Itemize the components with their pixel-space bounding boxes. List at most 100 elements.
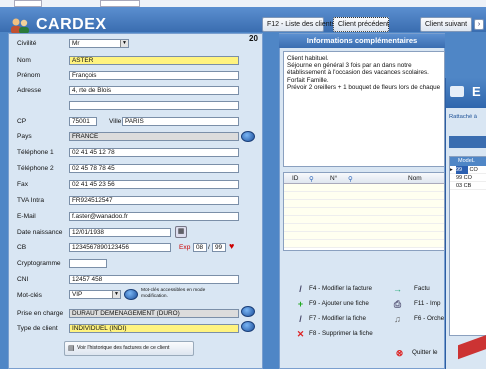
background-tab: [14, 0, 42, 7]
secondary-header-bar: [449, 136, 486, 148]
window-title: CARDEX: [36, 16, 107, 33]
cp-input[interactable]: 75001: [69, 117, 97, 126]
quit-label: Quitter le: [412, 349, 438, 356]
exp-label: Exp: [179, 244, 191, 251]
f11-button[interactable]: ⎙ F11 - Imp: [390, 298, 445, 310]
invoice-history-button[interactable]: ▤ Voir l'historique des factures de ce c…: [64, 341, 194, 356]
prenom-label: Prénom: [17, 72, 41, 79]
table-row[interactable]: 03 CB: [450, 182, 486, 190]
invoice-button[interactable]: → Factu: [390, 283, 445, 295]
decorative-shape: [458, 334, 486, 360]
adresse2-input[interactable]: [69, 101, 239, 110]
delete-sheet-button[interactable]: ✕ F8 - Supprimer la fiche: [293, 328, 385, 340]
calendar-icon[interactable]: ▦: [175, 226, 187, 238]
motcles-select[interactable]: VIP ▼: [69, 290, 121, 299]
type-client-lookup-icon[interactable]: [241, 321, 255, 332]
grid-header: ID ⚲ N° ⚲ Nom: [284, 173, 444, 184]
quit-button[interactable]: ⊗ Quitter le: [390, 347, 445, 359]
background-tab: [100, 0, 140, 7]
delete-icon: ✕: [296, 329, 305, 339]
table-row[interactable]: [284, 208, 444, 216]
cryptogramme-input[interactable]: [69, 259, 107, 268]
pays-label: Pays: [17, 133, 32, 140]
ville-input[interactable]: PARIS: [122, 117, 239, 126]
date-naissance-input[interactable]: 12/01/1938: [69, 228, 171, 237]
table-row[interactable]: [284, 216, 444, 224]
cryptogramme-label: Cryptogramme: [17, 260, 61, 267]
table-row[interactable]: [284, 240, 444, 248]
previous-client-button[interactable]: Client précédent: [333, 17, 389, 32]
table-row[interactable]: [284, 192, 444, 200]
table-row[interactable]: 99 CO: [450, 174, 486, 182]
tel2-input[interactable]: 02 45 78 78 45: [69, 164, 239, 173]
motcles-label: Mot-clés: [17, 292, 42, 299]
nom-input[interactable]: ASTER: [69, 56, 239, 65]
fax-input[interactable]: 02 41 45 23 56: [69, 180, 239, 189]
prise-en-charge-label: Prise en charge: [17, 310, 64, 317]
adresse-input[interactable]: 4, rte de Blois: [69, 86, 239, 95]
next-client-button[interactable]: Client suivant: [420, 17, 472, 32]
prenom-input[interactable]: François: [69, 71, 239, 80]
secondary-window-title: E: [472, 84, 481, 99]
prise-en-charge-input[interactable]: DURAUT DEMENAGEMENT (DURO): [69, 309, 239, 318]
sort-icon[interactable]: ⚲: [309, 175, 314, 183]
prise-en-charge-lookup-icon[interactable]: [241, 306, 255, 317]
next-arrow-icon[interactable]: ›: [474, 19, 484, 30]
arrow-right-icon: →: [393, 284, 402, 294]
exp-year-input[interactable]: 99: [212, 243, 226, 252]
nom-label: Nom: [17, 57, 31, 64]
print-icon: ⎙: [393, 299, 402, 309]
f6-button[interactable]: ♫ F6 - Orche: [390, 313, 445, 325]
edit-icon: /: [299, 314, 302, 324]
tva-input[interactable]: FR924512547: [69, 196, 239, 205]
invoice-label: Factu: [414, 285, 430, 292]
chevron-down-icon: ▼: [120, 40, 128, 47]
secondary-grid-header: ModeL: [450, 157, 486, 166]
cb-label: CB: [17, 244, 27, 251]
table-row[interactable]: ▸ 99 CO: [450, 166, 486, 174]
modify-sheet-label: F7 - Modifier la fiche: [309, 315, 367, 322]
modify-sheet-button[interactable]: / F7 - Modifier la fiche: [293, 313, 385, 325]
date-naissance-label: Date naissance: [17, 229, 63, 236]
email-input[interactable]: f.aster@wanadoo.fr: [69, 212, 239, 221]
title-bar: CARDEX F12 - Liste des clients Client pr…: [0, 7, 486, 34]
table-row[interactable]: [284, 224, 444, 232]
shield-icon[interactable]: ♥: [229, 241, 234, 251]
grid-header-nom: Nom: [408, 175, 422, 182]
table-row[interactable]: [284, 184, 444, 192]
cp-label: CP: [17, 118, 27, 125]
cni-label: CNI: [17, 276, 29, 283]
grid-header-number: N°: [330, 175, 338, 182]
add-sheet-button[interactable]: + F9 - Ajouter une fiche: [293, 298, 385, 310]
sort-icon[interactable]: ⚲: [348, 175, 353, 183]
invoice-grid[interactable]: ID ⚲ N° ⚲ Nom: [283, 172, 445, 251]
info-panel-title: Informations complémentaires: [279, 34, 445, 48]
pays-input[interactable]: FRANCE: [69, 132, 239, 141]
exit-icon: ⊗: [395, 348, 404, 358]
table-row[interactable]: [284, 200, 444, 208]
modify-invoice-button[interactable]: / F4 - Modifier la facture: [293, 283, 385, 295]
notes-textarea[interactable]: Client habituel. Séjourne en général 3 f…: [283, 51, 445, 167]
civilite-label: Civilité: [17, 40, 37, 47]
orchestra-icon: ♫: [394, 314, 401, 324]
motcles-hint: Mot-clés accessibles en mode modificatio…: [141, 288, 206, 299]
tva-label: TVA Intra: [17, 197, 44, 204]
table-row[interactable]: [284, 232, 444, 240]
tel1-label: Téléphone 1: [17, 149, 54, 156]
delete-sheet-label: F8 - Supprimer la fiche: [309, 330, 373, 337]
modify-invoice-label: F4 - Modifier la facture: [309, 285, 372, 292]
f6-label: F6 - Orche: [414, 315, 445, 322]
client-list-button[interactable]: F12 - Liste des clients: [262, 17, 335, 32]
plus-icon: +: [297, 299, 304, 309]
civilite-select[interactable]: Mr ▼: [69, 39, 129, 48]
secondary-grid[interactable]: ModeL ▸ 99 CO 99 CO 03 CB: [449, 156, 486, 336]
exp-month-input[interactable]: 08: [193, 243, 207, 252]
pays-lookup-icon[interactable]: [241, 131, 255, 142]
cni-input[interactable]: 12457 458: [69, 275, 239, 284]
type-client-input[interactable]: INDIVIDUEL (INDI): [69, 324, 239, 333]
motcles-lookup-icon[interactable]: [124, 289, 138, 300]
tel1-input[interactable]: 02 41 45 12 78: [69, 148, 239, 157]
email-label: E-Mail: [17, 213, 36, 220]
secondary-window-titlebar: E: [446, 78, 486, 108]
cb-input[interactable]: 1234567890123456: [69, 243, 171, 252]
